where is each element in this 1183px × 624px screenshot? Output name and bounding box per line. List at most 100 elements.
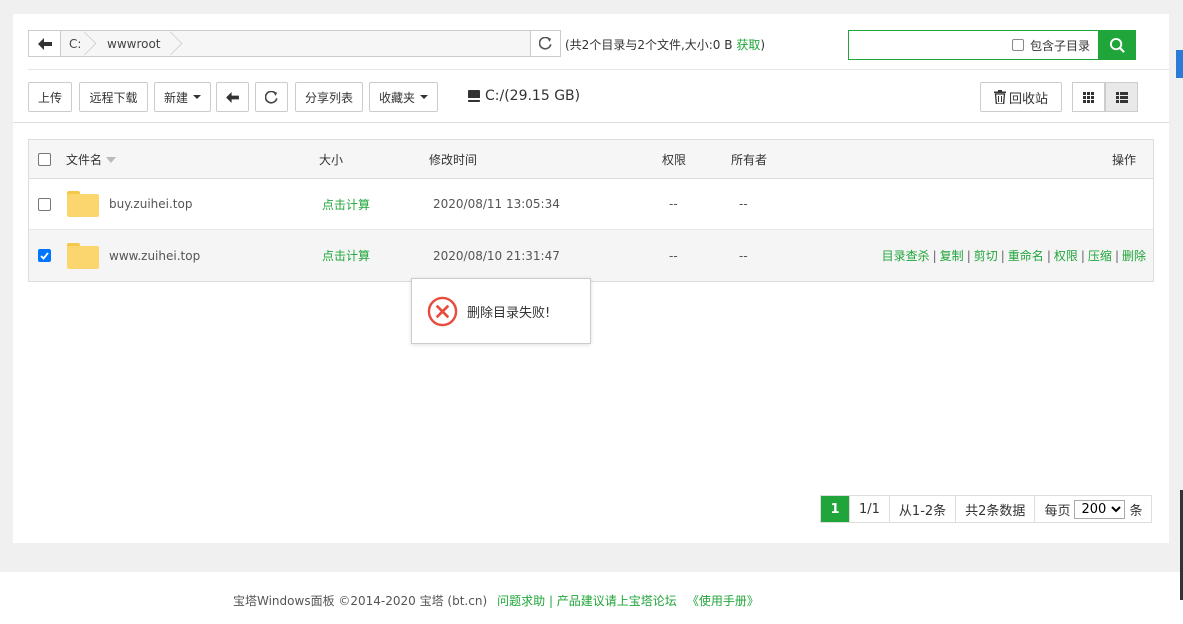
disk-label: C:/(29.15 GB) — [485, 88, 581, 104]
new-label: 新建 — [163, 90, 188, 105]
path-input-area[interactable] — [175, 31, 530, 56]
rename-action[interactable]: 重命名 — [1008, 249, 1044, 263]
footer-manual-link[interactable]: 《使用手册》 — [687, 592, 759, 609]
path-refresh-button[interactable] — [530, 31, 560, 56]
disk-info[interactable]: C:/(29.15 GB) — [468, 88, 580, 104]
per-page-control: 每页 200 条 — [1034, 496, 1151, 522]
compress-action[interactable]: 压缩 — [1088, 249, 1112, 263]
permission-action[interactable]: 权限 — [1054, 249, 1078, 263]
breadcrumb-drive[interactable]: C: — [61, 31, 89, 56]
separator: | — [1000, 249, 1005, 263]
grid-view-button[interactable] — [1072, 82, 1105, 112]
scan-dir-action[interactable]: 目录查杀 — [882, 249, 930, 263]
pagination: 1 1/1 从1-2条 共2条数据 每页 200 条 — [820, 495, 1153, 523]
per-page-select[interactable]: 200 — [1074, 499, 1126, 519]
calc-size-link[interactable]: 点击计算 — [322, 247, 370, 264]
header-size[interactable]: 大小 — [319, 151, 343, 168]
caret-down-icon — [420, 95, 428, 99]
error-toast: 删除目录失败! — [411, 278, 591, 344]
table-row[interactable]: www.zuihei.top 点击计算 2020/08/10 21:31:47 … — [29, 230, 1153, 281]
page-range: 从1-2条 — [888, 496, 955, 522]
row-actions: 目录查杀 | 复制 | 剪切 | 重命名 | 权限 | 压缩 | 删除 — [882, 247, 1146, 264]
file-manager-panel: C: wwwroot (共2个目录与2个文件,大小:0 B 获取) 包含子目录 … — [13, 14, 1169, 543]
row-checkbox[interactable] — [38, 249, 51, 262]
include-subdirs-checkbox[interactable] — [1011, 39, 1024, 51]
dir-summary-text: (共2个目录与2个文件,大小:0 B — [565, 38, 733, 52]
footer-help-link[interactable]: 问题求助 | 产品建议请上宝塔论坛 — [497, 592, 677, 609]
separator: | — [966, 249, 971, 263]
header-name-label: 文件名 — [66, 152, 103, 167]
header-ops: 操作 — [1111, 152, 1136, 167]
dir-summary: (共2个目录与2个文件,大小:0 B 获取) — [565, 36, 765, 53]
file-perm: -- — [669, 248, 678, 263]
file-owner: -- — [739, 197, 748, 211]
search-button[interactable] — [1098, 30, 1136, 60]
fetch-size-link[interactable]: 获取 — [736, 38, 760, 52]
refresh-button[interactable] — [255, 82, 288, 112]
separator: | — [1114, 249, 1119, 263]
per-page-label: 每页 — [1044, 503, 1071, 519]
search-icon — [1109, 37, 1125, 53]
checkmark-icon — [40, 251, 49, 260]
file-name[interactable]: www.zuihei.top — [109, 249, 200, 263]
path-bar: C: wwwroot — [28, 30, 561, 57]
upload-button[interactable]: 上传 — [28, 82, 72, 112]
list-view-button[interactable] — [1105, 82, 1138, 112]
table-row[interactable]: buy.zuihei.top 点击计算 2020/08/11 13:05:34 … — [29, 179, 1153, 230]
cut-action[interactable]: 剪切 — [974, 249, 998, 263]
new-dropdown-button[interactable]: 新建 — [154, 82, 211, 112]
folder-icon — [67, 242, 99, 269]
separator: | — [1046, 249, 1051, 263]
arrow-left-icon — [226, 91, 239, 103]
per-page-unit: 条 — [1129, 503, 1143, 519]
list-view-icon — [1115, 91, 1128, 103]
header-name[interactable]: 文件名 — [66, 151, 117, 168]
file-table: 文件名 大小 修改时间 权限 所有者 操作 buy.zuihei.top 点击计… — [28, 139, 1154, 282]
go-back-button[interactable] — [216, 82, 249, 112]
side-tab[interactable] — [1176, 50, 1183, 78]
footer-copyright: 宝塔Windows面板 ©2014-2020 宝塔 (bt.cn) — [233, 594, 488, 608]
recycle-bin-button[interactable]: 回收站 — [980, 82, 1062, 112]
divider — [13, 122, 1169, 123]
grid-view-icon — [1083, 91, 1094, 103]
refresh-icon — [265, 90, 278, 104]
error-icon — [427, 296, 458, 326]
search-box: 包含子目录 — [848, 30, 1136, 60]
dir-summary-close: ) — [760, 38, 766, 52]
folder-icon — [67, 191, 99, 217]
hard-drive-icon — [468, 90, 480, 102]
separator: | — [1080, 249, 1085, 263]
file-mtime: 2020/08/10 21:31:47 — [433, 248, 560, 263]
caret-down-icon — [193, 95, 201, 99]
include-subdirs-label: 包含子目录 — [1029, 38, 1090, 53]
recycle-bin-label: 回收站 — [1008, 91, 1048, 107]
header-perm: 权限 — [662, 152, 687, 167]
delete-action[interactable]: 删除 — [1122, 249, 1146, 263]
share-list-button[interactable]: 分享列表 — [295, 82, 363, 112]
include-subdirs-option[interactable]: 包含子目录 — [1011, 37, 1090, 54]
total-count: 共2条数据 — [955, 496, 1034, 522]
divider — [28, 69, 1169, 70]
remote-download-button[interactable]: 远程下载 — [79, 82, 148, 112]
current-page[interactable]: 1 — [821, 496, 849, 522]
file-owner: -- — [739, 248, 748, 263]
row-checkbox[interactable] — [38, 197, 51, 211]
page-count: 1/1 — [849, 496, 889, 522]
header-owner: 所有者 — [731, 152, 768, 167]
sort-down-icon — [106, 157, 117, 163]
trash-icon — [993, 90, 1006, 104]
calc-size-link[interactable]: 点击计算 — [322, 196, 370, 213]
favorites-dropdown-button[interactable]: 收藏夹 — [369, 82, 438, 112]
copy-action[interactable]: 复制 — [940, 249, 964, 263]
toast-message: 删除目录失败! — [467, 305, 551, 321]
file-perm: -- — [669, 197, 678, 211]
separator: | — [932, 249, 937, 263]
breadcrumb-wwwroot[interactable]: wwwroot — [89, 31, 175, 56]
select-all-checkbox[interactable] — [38, 152, 51, 166]
path-back-button[interactable] — [29, 31, 61, 56]
file-name[interactable]: buy.zuihei.top — [109, 197, 192, 211]
arrow-left-icon — [37, 37, 52, 50]
table-header: 文件名 大小 修改时间 权限 所有者 操作 — [29, 140, 1153, 179]
footer: 宝塔Windows面板 ©2014-2020 宝塔 (bt.cn) 问题求助 |… — [0, 572, 1183, 624]
header-mtime[interactable]: 修改时间 — [429, 151, 477, 168]
